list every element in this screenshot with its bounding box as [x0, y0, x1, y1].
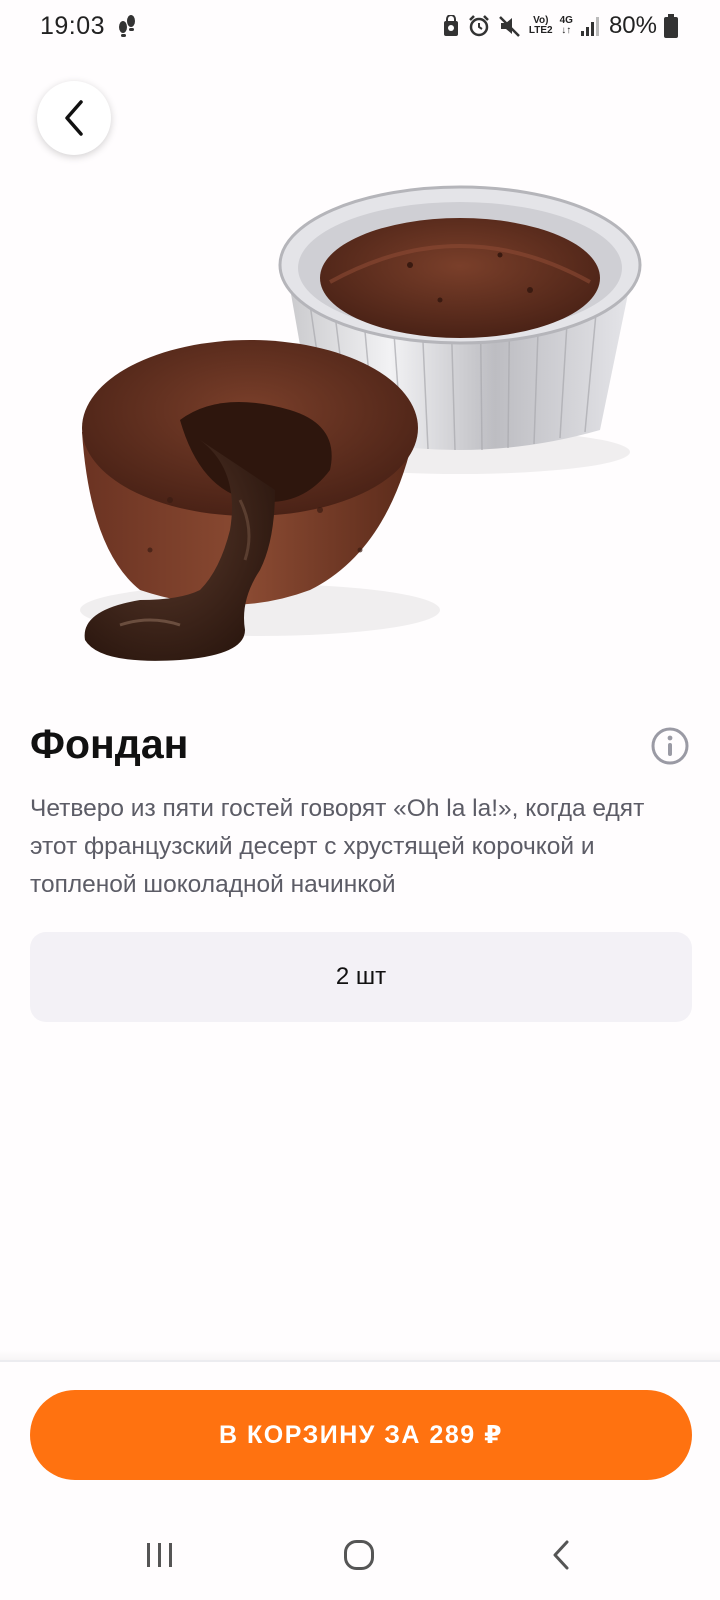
- volte-bottom-label: LTE2: [528, 25, 553, 36]
- size-option-selected[interactable]: 2 шт: [336, 963, 386, 991]
- size-selector: 2 шт: [30, 932, 692, 1022]
- status-time: 19:03: [40, 12, 106, 40]
- battery-level: 80%: [608, 12, 657, 39]
- home-icon[interactable]: [343, 1539, 375, 1571]
- bottom-panel-divider: [0, 1360, 720, 1362]
- data-arrows-icon: ↓↑: [561, 25, 572, 36]
- add-to-cart-button[interactable]: В КОРЗИНУ ЗА 289 ₽: [30, 1390, 692, 1480]
- 4g-icon: 4G ↓↑: [560, 16, 573, 36]
- back-icon[interactable]: [550, 1539, 572, 1571]
- back-button[interactable]: [37, 81, 111, 155]
- status-icons: Vo) LTE2 4G ↓↑ 80%: [442, 10, 678, 42]
- product-image: [80, 185, 642, 661]
- volte-icon: Vo) LTE2: [529, 16, 553, 36]
- alarm-icon: [469, 15, 489, 37]
- steps-icon: [119, 15, 135, 37]
- battery-icon: [664, 14, 678, 38]
- signal-icon: [580, 17, 599, 36]
- info-icon[interactable]: [650, 726, 690, 766]
- chevron-left-icon: [65, 100, 83, 136]
- shield-icon: [443, 15, 458, 36]
- product-description: Четверо из пяти гостей говорят «Oh la la…: [30, 795, 645, 898]
- mute-icon: [499, 16, 520, 37]
- status-bar: 19:03 Vo) LTE2 4G ↓↑ 80%: [0, 0, 720, 52]
- system-nav-bar: [0, 1525, 720, 1585]
- recents-icon[interactable]: [145, 1541, 175, 1569]
- product-title: Фондан: [30, 721, 189, 767]
